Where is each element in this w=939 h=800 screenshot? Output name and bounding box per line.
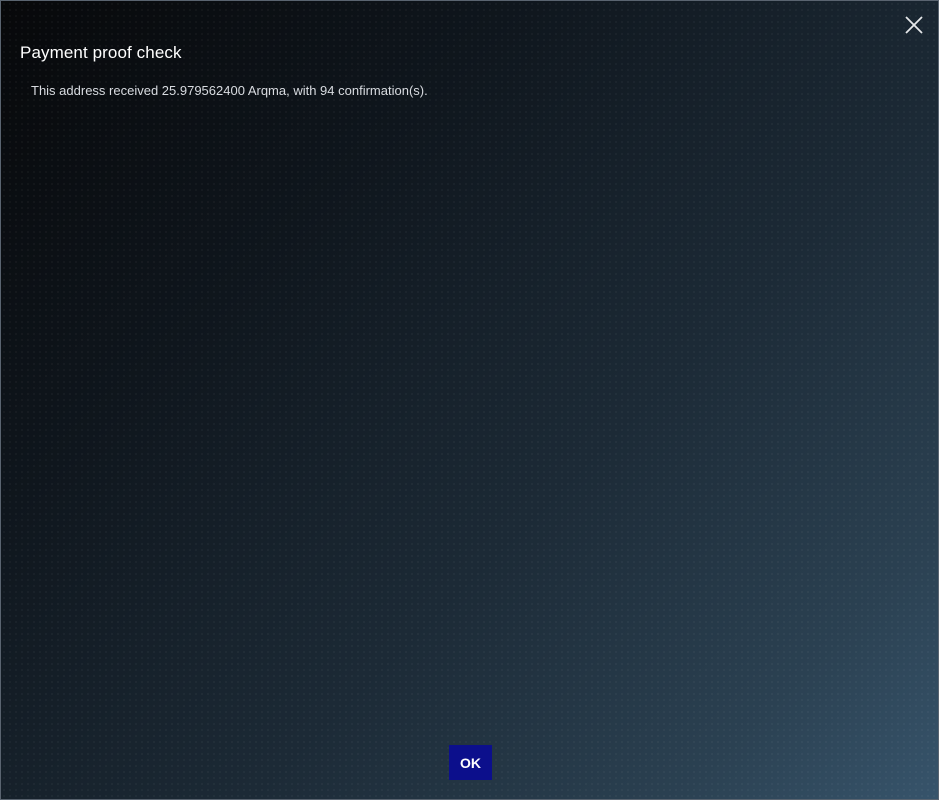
close-icon [905,16,923,34]
ok-button[interactable]: OK [449,745,492,780]
close-button[interactable] [902,13,926,37]
dialog-title: Payment proof check [20,43,182,62]
payment-proof-dialog: Payment proof check This address receive… [0,0,939,800]
background-texture [1,1,938,799]
dialog-message: This address received 25.979562400 Arqma… [31,83,428,98]
